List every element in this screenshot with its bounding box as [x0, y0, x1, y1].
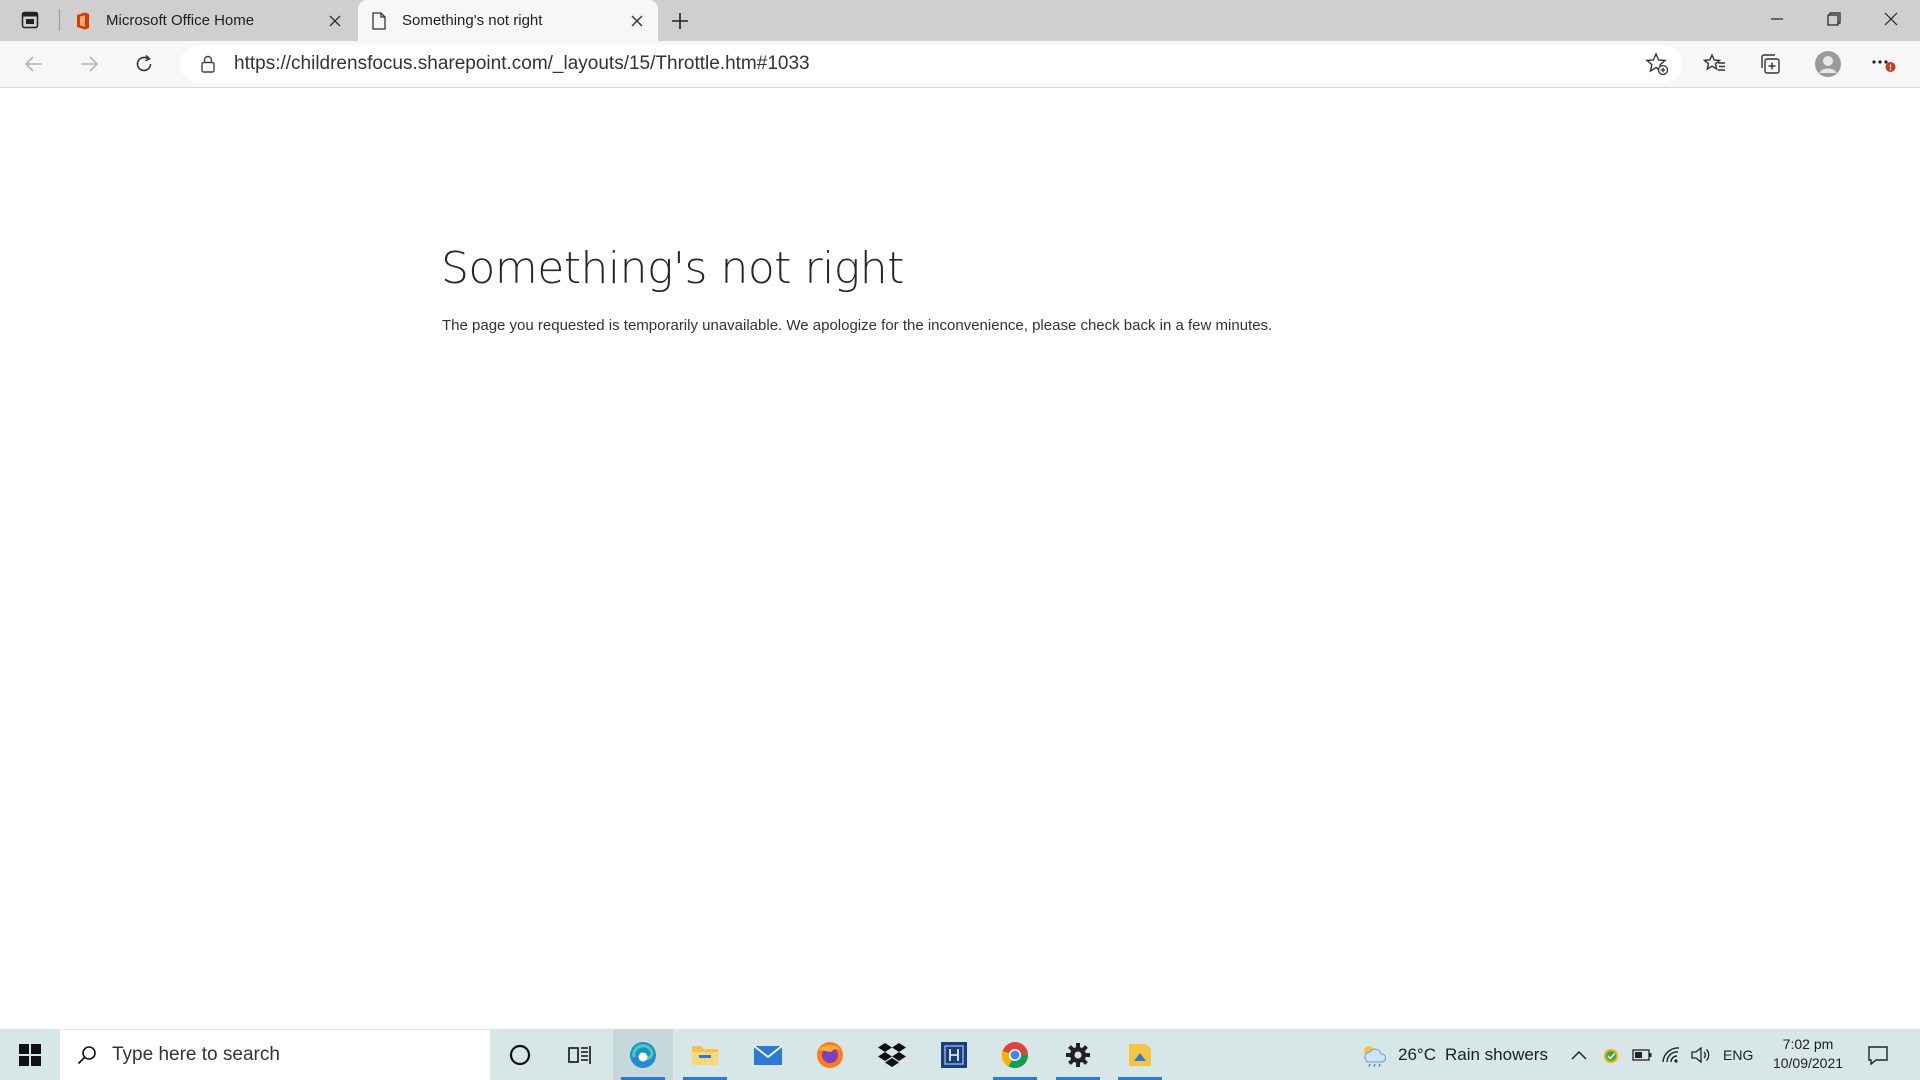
page-icon — [370, 11, 388, 30]
taskbar-search-input[interactable]: Type here to search — [60, 1030, 490, 1080]
browser-toolbar: https://childrensfocus.sharepoint.com/_l… — [0, 41, 1920, 88]
tab-strip: Microsoft Office Home Something's not ri… — [0, 0, 1920, 41]
office-icon — [74, 12, 92, 30]
wifi-icon[interactable] — [1661, 1029, 1681, 1080]
system-clock[interactable]: 7:02 pm 10/09/2021 — [1762, 1035, 1854, 1073]
search-placeholder: Type here to search — [112, 1044, 280, 1065]
firefox-icon[interactable] — [800, 1029, 860, 1080]
battery-icon[interactable] — [1632, 1029, 1652, 1080]
close-window-icon[interactable] — [1862, 0, 1920, 38]
favorites-icon[interactable] — [1697, 47, 1733, 81]
cortana-icon[interactable] — [490, 1029, 550, 1080]
security-icon[interactable] — [1601, 1029, 1621, 1080]
edge-icon[interactable] — [613, 1029, 673, 1080]
restore-icon[interactable] — [1805, 0, 1863, 38]
task-view-icon[interactable] — [550, 1029, 610, 1080]
lock-icon[interactable] — [198, 54, 218, 74]
weather-widget[interactable]: 26°C Rain showers — [1360, 1029, 1548, 1080]
settings-more-icon[interactable] — [1866, 47, 1902, 81]
refresh-icon[interactable] — [126, 47, 162, 81]
profile-avatar-icon[interactable] — [1810, 47, 1846, 81]
clock-time: 7:02 pm — [1782, 1036, 1834, 1052]
clock-date: 10/09/2021 — [1772, 1055, 1844, 1071]
tab-separator — [59, 9, 60, 31]
error-message: The page you requested is temporarily un… — [442, 317, 1273, 334]
mail-icon[interactable] — [738, 1029, 798, 1080]
page-title: Something's not right — [441, 243, 904, 294]
language-indicator[interactable]: ENG — [1723, 1029, 1753, 1080]
forward-icon[interactable] — [71, 47, 107, 81]
page-content: Something's not right The page you reque… — [0, 88, 1920, 1029]
minimize-icon[interactable] — [1748, 0, 1806, 38]
tab-title: Something's not right — [402, 12, 543, 29]
tab-actions-icon[interactable] — [14, 7, 46, 33]
search-icon — [76, 1044, 98, 1066]
app-icon[interactable] — [924, 1029, 984, 1080]
tab-microsoft-office-home[interactable]: Microsoft Office Home — [62, 0, 356, 41]
new-tab-icon[interactable] — [665, 6, 695, 36]
show-hidden-icons-icon[interactable] — [1571, 1029, 1587, 1080]
settings-icon[interactable] — [1048, 1029, 1108, 1080]
tab-somethings-not-right[interactable]: Something's not right — [358, 0, 658, 41]
close-tab-icon[interactable] — [624, 8, 650, 34]
volume-icon[interactable] — [1690, 1029, 1712, 1080]
address-bar[interactable]: https://childrensfocus.sharepoint.com/_l… — [180, 45, 1682, 83]
dropbox-icon[interactable] — [862, 1029, 922, 1080]
collections-icon[interactable] — [1752, 47, 1788, 81]
add-favorite-icon[interactable] — [1644, 51, 1670, 77]
file-explorer-icon[interactable] — [675, 1029, 735, 1080]
windows-start-icon[interactable] — [0, 1029, 60, 1080]
close-tab-icon[interactable] — [322, 8, 348, 34]
back-icon[interactable] — [16, 47, 52, 81]
url-text[interactable]: https://childrensfocus.sharepoint.com/_l… — [234, 53, 810, 75]
chrome-icon[interactable] — [985, 1029, 1045, 1080]
sticky-app-icon[interactable] — [1110, 1029, 1170, 1080]
rain-cloud-icon — [1360, 1043, 1388, 1067]
weather-temp: 26°C — [1398, 1044, 1436, 1064]
weather-condition: Rain showers — [1444, 1044, 1548, 1064]
tab-title: Microsoft Office Home — [106, 12, 255, 29]
notifications-icon[interactable] — [1867, 1029, 1889, 1080]
taskbar: Type here to search 26°C Rain showers EN… — [0, 1029, 1920, 1080]
